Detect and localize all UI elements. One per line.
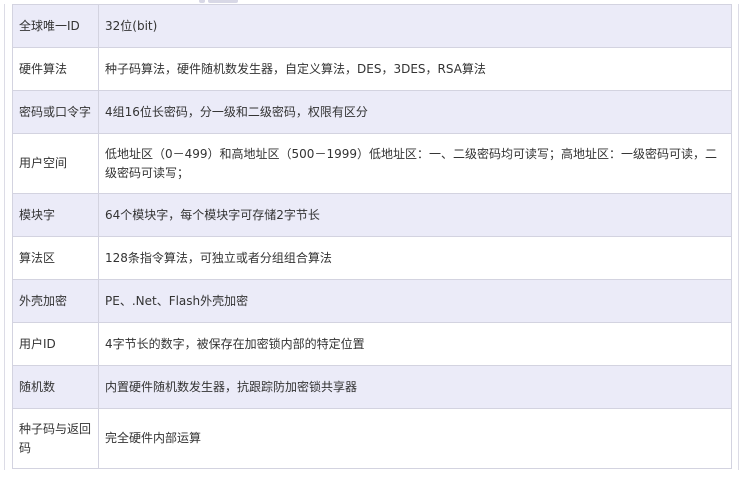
table-row: 种子码与返回码 完全硬件内部运算 — [12, 408, 732, 469]
left-divider — [4, 4, 5, 470]
row-value: PE、.Net、Flash外壳加密 — [98, 279, 732, 323]
table-row: 随机数 内置硬件随机数发生器，抗跟踪防加密锁共享器 — [12, 365, 732, 409]
row-value: 4字节长的数字，被保存在加密锁内部的特定位置 — [98, 322, 732, 366]
row-label: 用户ID — [12, 322, 99, 366]
spec-table: 全球唯一ID 32位(bit) 硬件算法 种子码算法，硬件随机数发生器，自定义算… — [12, 4, 732, 469]
table-row: 密码或口令字 4组16位长密码，分一级和二级密码，权限有区分 — [12, 90, 732, 134]
table-row: 用户ID 4字节长的数字，被保存在加密锁内部的特定位置 — [12, 322, 732, 366]
row-label: 外壳加密 — [12, 279, 99, 323]
top-tab-stub — [208, 0, 238, 3]
table-row: 外壳加密 PE、.Net、Flash外壳加密 — [12, 279, 732, 323]
row-label: 密码或口令字 — [12, 90, 99, 134]
row-label: 全球唯一ID — [12, 4, 99, 48]
row-label: 算法区 — [12, 236, 99, 280]
row-label: 用户空间 — [12, 133, 99, 194]
row-value: 4组16位长密码，分一级和二级密码，权限有区分 — [98, 90, 732, 134]
table-row: 算法区 128条指令算法，可独立或者分组组合算法 — [12, 236, 732, 280]
row-label: 硬件算法 — [12, 47, 99, 91]
row-value: 低地址区（0－499）和高地址区（500－1999）低地址区：一、二级密码均可读… — [98, 133, 732, 194]
table-row: 模块字 64个模块字，每个模块字可存储2字节长 — [12, 193, 732, 237]
row-value: 64个模块字，每个模块字可存储2字节长 — [98, 193, 732, 237]
table-row: 用户空间 低地址区（0－499）和高地址区（500－1999）低地址区：一、二级… — [12, 133, 732, 194]
table-row: 硬件算法 种子码算法，硬件随机数发生器，自定义算法，DES，3DES，RSA算法 — [12, 47, 732, 91]
row-value: 32位(bit) — [98, 4, 732, 48]
row-value: 内置硬件随机数发生器，抗跟踪防加密锁共享器 — [98, 365, 732, 409]
row-value: 种子码算法，硬件随机数发生器，自定义算法，DES，3DES，RSA算法 — [98, 47, 732, 91]
row-label: 随机数 — [12, 365, 99, 409]
row-label: 模块字 — [12, 193, 99, 237]
row-value: 完全硬件内部运算 — [98, 408, 732, 469]
row-label: 种子码与返回码 — [12, 408, 99, 469]
row-value: 128条指令算法，可独立或者分组组合算法 — [98, 236, 732, 280]
top-tab-stub — [199, 0, 205, 3]
right-divider — [738, 4, 739, 470]
table-row: 全球唯一ID 32位(bit) — [12, 4, 732, 48]
